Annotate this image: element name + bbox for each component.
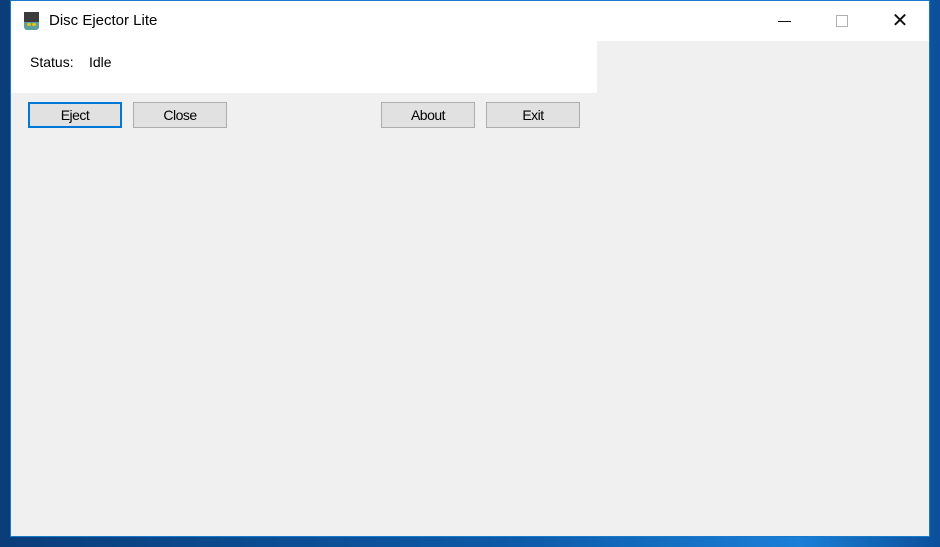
close-icon: ✕ — [891, 10, 909, 32]
maximize-icon — [836, 15, 848, 27]
maximize-button[interactable] — [813, 1, 871, 41]
minimize-icon — [777, 20, 791, 22]
eject-button[interactable]: Eject — [28, 102, 122, 128]
about-button[interactable]: About — [381, 102, 475, 128]
window-close-button[interactable]: ✕ — [871, 1, 929, 41]
status-panel: Status: Idle — [11, 41, 597, 93]
title-bar[interactable]: Disc Ejector Lite ✕ — [11, 1, 929, 41]
status-value: Idle — [89, 54, 112, 70]
app-window: Disc Ejector Lite ✕ Status: Idle Eject C… — [10, 0, 930, 537]
minimize-button[interactable] — [755, 1, 813, 41]
exit-button[interactable]: Exit — [486, 102, 580, 128]
close-tray-button[interactable]: Close — [133, 102, 227, 128]
window-title: Disc Ejector Lite — [49, 12, 158, 29]
disc-ejector-icon — [24, 12, 39, 30]
status-label: Status: — [30, 54, 74, 70]
